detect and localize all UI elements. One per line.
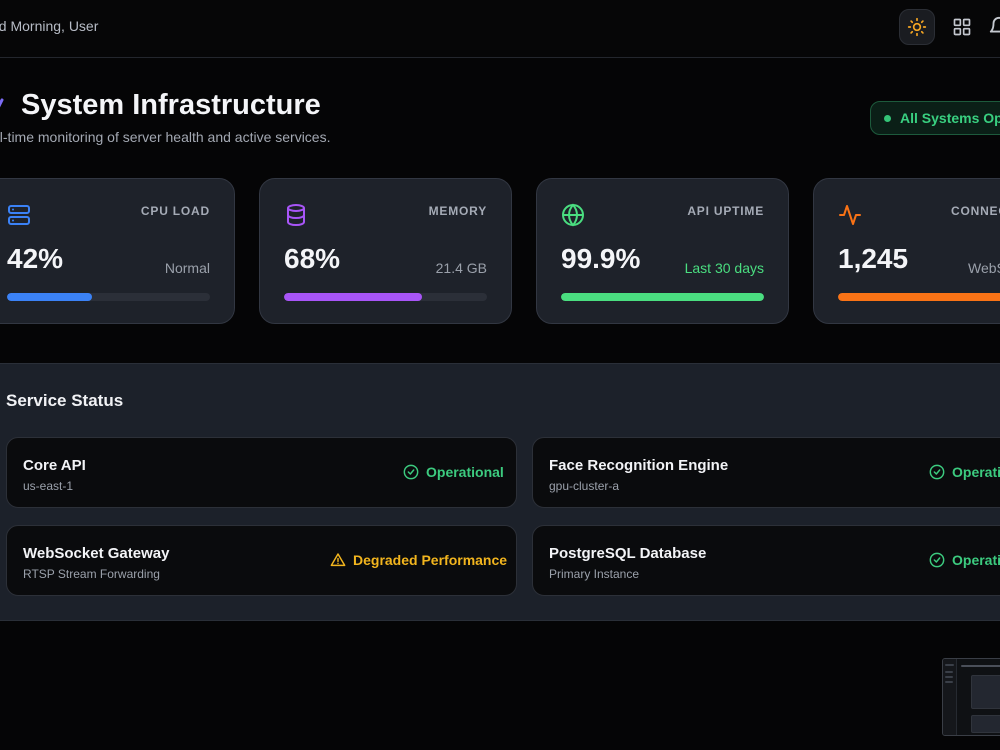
- database-icon: [287, 204, 305, 227]
- service-status-label: Operatio: [952, 464, 1000, 480]
- service-card-websocket-gateway[interactable]: WebSocket Gateway RTSP Stream Forwarding…: [6, 525, 517, 596]
- metric-label: CONNEC: [951, 204, 1000, 218]
- grid-icon: [953, 18, 971, 36]
- metric-progress-bar: [284, 293, 487, 301]
- service-status: Operatio: [929, 464, 1000, 480]
- service-card-face-recognition[interactable]: Face Recognition Engine gpu-cluster-a Op…: [532, 437, 1000, 508]
- service-status-label: Operatio: [952, 552, 1000, 568]
- theme-toggle-button[interactable]: [899, 9, 935, 45]
- metric-label: MEMORY: [428, 204, 487, 218]
- apps-grid-button[interactable]: [944, 9, 980, 45]
- activity-icon: [839, 205, 861, 225]
- page-title: System Infrastructure: [21, 89, 321, 121]
- service-card-postgresql[interactable]: PostgreSQL Database Primary Instance Ope…: [532, 525, 1000, 596]
- metric-label: CPU LOAD: [140, 204, 210, 218]
- activity-title-icon: [0, 98, 4, 108]
- check-circle-icon: [929, 464, 945, 480]
- metric-progress-fill: [561, 293, 764, 301]
- metric-card-connections: CONNEC 1,245 WebS: [813, 178, 1000, 324]
- service-name: Core API: [23, 457, 86, 474]
- service-status-title: Service Status: [6, 391, 124, 410]
- service-meta: RTSP Stream Forwarding: [23, 567, 160, 581]
- service-status: Operational: [403, 464, 504, 480]
- service-status-label: Operational: [426, 464, 504, 480]
- server-icon: [8, 205, 30, 225]
- bell-icon: [989, 17, 1000, 33]
- metric-label: API UPTIME: [687, 204, 764, 218]
- service-meta: us-east-1: [23, 479, 74, 493]
- thumbnail-panel: [971, 675, 1000, 709]
- metric-value: 68%: [284, 243, 341, 274]
- service-status: Operatio: [929, 552, 1000, 568]
- metric-card-uptime: API UPTIME 99.9% Last 30 days: [536, 178, 789, 324]
- service-status-label: Degraded Performance: [353, 552, 508, 568]
- globe-icon: [562, 203, 584, 227]
- check-circle-icon: [929, 552, 945, 568]
- metric-value: 42%: [7, 243, 64, 274]
- service-name: Face Recognition Engine: [549, 457, 729, 474]
- thumbnail-line: [945, 681, 953, 683]
- metric-card-memory: MEMORY 68% 21.4 GB: [259, 178, 512, 324]
- all-systems-status-badge: All Systems Ope: [870, 101, 1000, 135]
- metric-card-cpu: CPU LOAD 42% Normal: [0, 178, 235, 324]
- metric-subtext: Last 30 days: [684, 260, 764, 276]
- service-name: WebSocket Gateway: [23, 545, 170, 562]
- system-status-label: All Systems Ope: [900, 110, 1000, 126]
- status-dot: [884, 114, 891, 122]
- thumbnail-line: [961, 665, 1000, 667]
- service-meta: gpu-cluster-a: [549, 479, 620, 493]
- thumbnail-panel: [971, 715, 1000, 733]
- metric-progress-fill: [284, 293, 423, 301]
- metric-progress-bar: [561, 293, 764, 301]
- metric-subtext: WebS: [968, 260, 1000, 276]
- notifications-button[interactable]: [988, 14, 1000, 40]
- sun-icon: [907, 17, 927, 37]
- check-circle-icon: [403, 464, 419, 480]
- service-meta: Primary Instance: [549, 567, 640, 581]
- metric-subtext: Normal: [164, 260, 210, 276]
- top-bar: od Morning, User: [0, 0, 1000, 58]
- screenshot-thumbnail[interactable]: [942, 658, 1000, 736]
- metric-progress-fill: [838, 293, 1000, 301]
- metric-progress-fill: [7, 293, 93, 301]
- page-subtitle: al-time monitoring of server health and …: [0, 129, 331, 145]
- metric-progress-bar: [838, 293, 1000, 301]
- metric-value: 1,245: [838, 243, 909, 274]
- greeting-text: od Morning, User: [0, 18, 99, 34]
- metric-value: 99.9%: [561, 243, 641, 274]
- warning-triangle-icon: [330, 553, 346, 567]
- metric-subtext: 21.4 GB: [435, 260, 487, 276]
- thumbnail-line: [945, 664, 954, 666]
- thumbnail-line: [945, 676, 953, 678]
- metric-progress-bar: [7, 293, 210, 301]
- thumbnail-line: [945, 671, 953, 673]
- service-name: PostgreSQL Database: [549, 545, 707, 562]
- service-status: Degraded Performance: [330, 552, 507, 568]
- service-card-core-api[interactable]: Core API us-east-1 Operational: [6, 437, 517, 508]
